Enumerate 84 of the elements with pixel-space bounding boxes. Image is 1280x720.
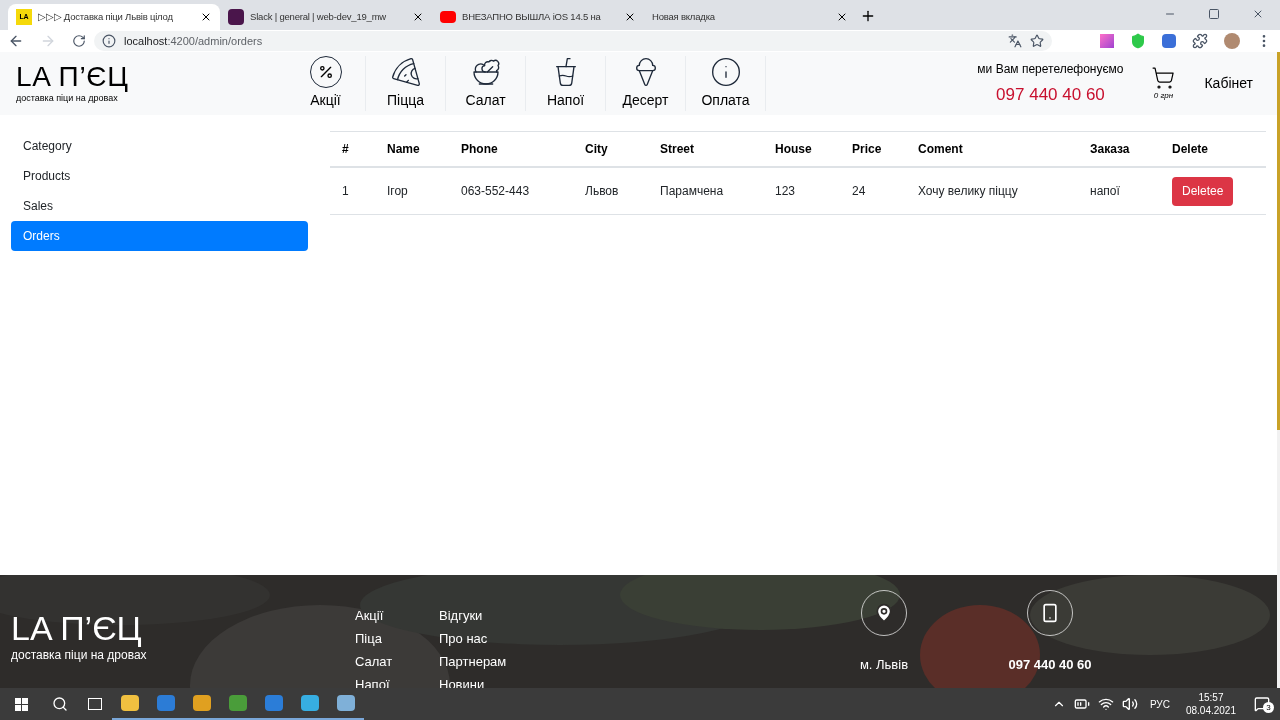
- extension-icon[interactable]: [1162, 34, 1176, 48]
- column-header: #: [341, 141, 350, 158]
- column-header: Delete: [1171, 141, 1210, 158]
- back-icon[interactable]: [8, 33, 24, 49]
- table-cell-text: Ігор: [386, 183, 409, 200]
- maximize-icon[interactable]: [1208, 8, 1220, 20]
- footer-link[interactable]: Акції: [355, 607, 439, 625]
- close-tab-icon[interactable]: [624, 11, 636, 23]
- sidebar-item[interactable]: Sales: [11, 191, 308, 221]
- category-nav-item[interactable]: Напої: [526, 56, 606, 111]
- footer-phone[interactable]: 097 440 40 60: [1008, 655, 1092, 675]
- column-header: City: [584, 141, 609, 158]
- footer-link[interactable]: Салат: [355, 653, 439, 671]
- footer-link[interactable]: Про нас: [439, 630, 859, 648]
- delete-button[interactable]: Deletee: [1172, 176, 1234, 206]
- column-header: Заказа: [1089, 141, 1131, 158]
- battery-icon[interactable]: [1073, 696, 1090, 712]
- notifications-button[interactable]: 3: [1244, 696, 1280, 712]
- youtube-favicon-icon: [440, 11, 456, 23]
- site-logo[interactable]: LA П’ЄЦ: [16, 61, 286, 92]
- table-cell-text: 063-552-443: [460, 183, 531, 200]
- category-nav-item[interactable]: Піцца: [366, 56, 446, 111]
- category-nav-item[interactable]: Оплата: [686, 56, 766, 111]
- category-nav-item[interactable]: Салат: [446, 56, 526, 111]
- browser-tab[interactable]: Новая вкладка: [644, 4, 856, 30]
- tab-title: ▷▷▷ Доставка піци Львів цілод: [38, 9, 174, 24]
- table-cell-text: 123: [774, 183, 797, 200]
- browser-tab[interactable]: ВНЕЗАПНО ВЫШЛА iOS 14.5 на: [432, 4, 644, 30]
- category-nav-item[interactable]: Десерт: [606, 56, 686, 111]
- cabinet-link[interactable]: Кабінет: [1204, 73, 1253, 94]
- column-header: Phone: [460, 141, 499, 158]
- table-cell-text: 1: [341, 183, 350, 200]
- address-bar[interactable]: localhost:4200/admin/orders: [94, 31, 1052, 51]
- clock[interactable]: 15:57 08.04.2021: [1185, 691, 1236, 717]
- footer-link[interactable]: Піца: [355, 630, 439, 648]
- column-header: Price: [851, 141, 883, 158]
- cart-total: 0 грн: [1153, 89, 1174, 102]
- url-text: localhost:4200/admin/orders: [124, 33, 264, 49]
- table-cell-text: напої: [1089, 183, 1121, 200]
- sidebar-item[interactable]: Category: [11, 131, 308, 161]
- profile-avatar[interactable]: [1224, 33, 1240, 49]
- sidebar-item[interactable]: Orders: [11, 221, 308, 251]
- tab-title: ВНЕЗАПНО ВЫШЛА iOS 14.5 на: [462, 9, 602, 24]
- close-tab-icon[interactable]: [412, 11, 424, 23]
- footer-city: м. Львів: [859, 656, 909, 674]
- close-tab-icon[interactable]: [836, 11, 848, 23]
- table-cell-text: 24: [851, 183, 867, 200]
- search-icon[interactable]: [52, 696, 68, 712]
- column-header: Name: [386, 141, 421, 158]
- site-info-icon[interactable]: [102, 34, 116, 48]
- header-phone[interactable]: 097 440 40 60: [996, 81, 1105, 108]
- column-header: Street: [659, 141, 695, 158]
- logo-tagline: доставка піци на дровах: [16, 92, 119, 105]
- close-tab-icon[interactable]: [200, 11, 212, 23]
- footer-logo[interactable]: LA П’ЄЦ: [11, 610, 355, 646]
- close-window-icon[interactable]: [1252, 8, 1264, 20]
- tab-title: Новая вкладка: [652, 9, 716, 24]
- wifi-icon[interactable]: [1097, 696, 1114, 712]
- footer-link[interactable]: Партнерам: [439, 653, 859, 671]
- bookmark-star-icon[interactable]: [1030, 34, 1044, 48]
- column-header: House: [774, 141, 813, 158]
- footer-link[interactable]: Відгуки: [439, 607, 859, 625]
- column-header: Coment: [917, 141, 964, 158]
- volume-icon[interactable]: [1121, 696, 1138, 712]
- translate-icon[interactable]: [1008, 34, 1022, 48]
- extensions-icon[interactable]: [1192, 33, 1208, 49]
- pizza-icon: [389, 56, 422, 88]
- footer-tagline: доставка піци на дровах: [11, 647, 148, 664]
- info-icon: [709, 56, 742, 88]
- table-cell-text: Львов: [584, 183, 620, 200]
- sidebar-item[interactable]: Products: [11, 161, 308, 191]
- reload-icon[interactable]: [72, 34, 86, 48]
- language-indicator[interactable]: РУС: [1149, 696, 1170, 712]
- cart-icon[interactable]: [1151, 65, 1176, 90]
- table-cell-text: Парамчена: [659, 183, 725, 200]
- notification-count: 3: [1263, 702, 1274, 713]
- category-nav-item[interactable]: Акції: [286, 56, 366, 111]
- tab-title: Slack | general | web-dev_19_mw: [250, 9, 388, 24]
- slack-favicon-icon: [228, 9, 244, 25]
- callback-text: ми Вам перетелефонуємо: [977, 60, 1124, 78]
- new-tab-icon[interactable]: [860, 8, 876, 24]
- browser-tab[interactable]: Slack | general | web-dev_19_mw: [220, 4, 432, 30]
- table-cell-text: Хочу велику піццу: [917, 183, 1019, 200]
- task-view-icon[interactable]: [88, 698, 102, 710]
